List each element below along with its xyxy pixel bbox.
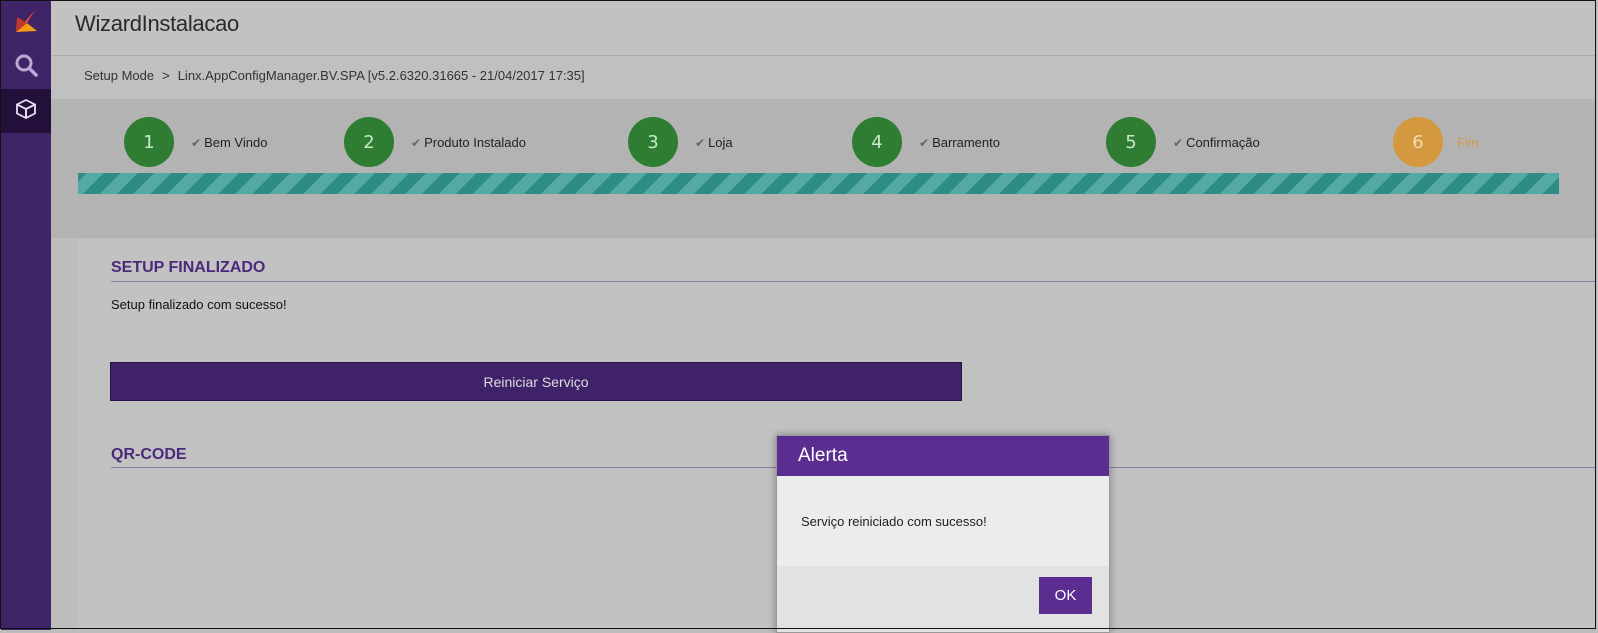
step-6-label: Fim: [1457, 135, 1479, 150]
step-3-circle[interactable]: 3: [628, 117, 678, 167]
step-2-circle[interactable]: 2: [344, 117, 394, 167]
breadcrumb-separator: >: [162, 68, 170, 83]
step-5-circle[interactable]: 5: [1106, 117, 1156, 167]
step-3-label: ✔ Loja: [695, 135, 733, 150]
breadcrumb: Setup Mode > Linx.AppConfigManager.BV.SPA …: [84, 68, 585, 83]
cube-icon: [15, 98, 37, 124]
sidebar: [1, 1, 51, 630]
logo-icon: [13, 7, 39, 39]
setup-message: Setup finalizado com sucesso!: [111, 297, 287, 312]
alert-dialog: Alerta Serviço reiniciado com sucesso! O…: [776, 435, 1110, 633]
dialog-footer: OK: [777, 566, 1109, 632]
step-4-label: ✔ Barramento: [919, 135, 1000, 150]
step-5-label: ✔ Confirmação: [1173, 135, 1260, 150]
step-6-circle[interactable]: 6: [1393, 117, 1443, 167]
check-icon: ✔: [191, 136, 202, 150]
breadcrumb-current: Linx.AppConfigManager.BV.SPA [v5.2.6320.…: [177, 68, 585, 83]
step-4-circle[interactable]: 4: [852, 117, 902, 167]
step-1-label: ✔ Bem Vindo: [191, 135, 268, 150]
qr-section-title: QR-CODE: [111, 446, 187, 463]
check-icon: ✔: [919, 136, 930, 150]
breadcrumb-root[interactable]: Setup Mode: [84, 68, 154, 83]
check-icon: ✔: [411, 136, 422, 150]
sidebar-item-home[interactable]: [1, 1, 51, 45]
setup-section-title: SETUP FINALIZADO: [111, 259, 266, 276]
app-title: WizardInstalacao: [75, 11, 239, 36]
check-icon: ✔: [695, 136, 706, 150]
sidebar-item-search[interactable]: [1, 45, 51, 89]
step-2-label: ✔ Produto Instalado: [411, 135, 526, 150]
sidebar-item-packages[interactable]: [1, 89, 51, 133]
wizard-steps: 1 ✔ Bem Vindo 2 ✔ Produto Instalado 3 ✔ Loj…: [51, 99, 1596, 238]
ok-button[interactable]: OK: [1039, 577, 1092, 614]
dialog-title: Alerta: [777, 436, 1109, 476]
step-1-circle[interactable]: 1: [124, 117, 174, 167]
wizard-progress-bar: [78, 173, 1559, 194]
dialog-message: Serviço reiniciado com sucesso!: [801, 513, 987, 529]
breadcrumb-bar: Setup Mode > Linx.AppConfigManager.BV.SPA …: [51, 56, 1596, 99]
section-divider: [111, 281, 1596, 282]
search-icon: [14, 53, 38, 81]
check-icon: ✔: [1173, 136, 1184, 150]
app-header: WizardInstalacao: [51, 1, 1596, 56]
restart-service-button[interactable]: Reiniciar Serviço: [110, 362, 962, 401]
